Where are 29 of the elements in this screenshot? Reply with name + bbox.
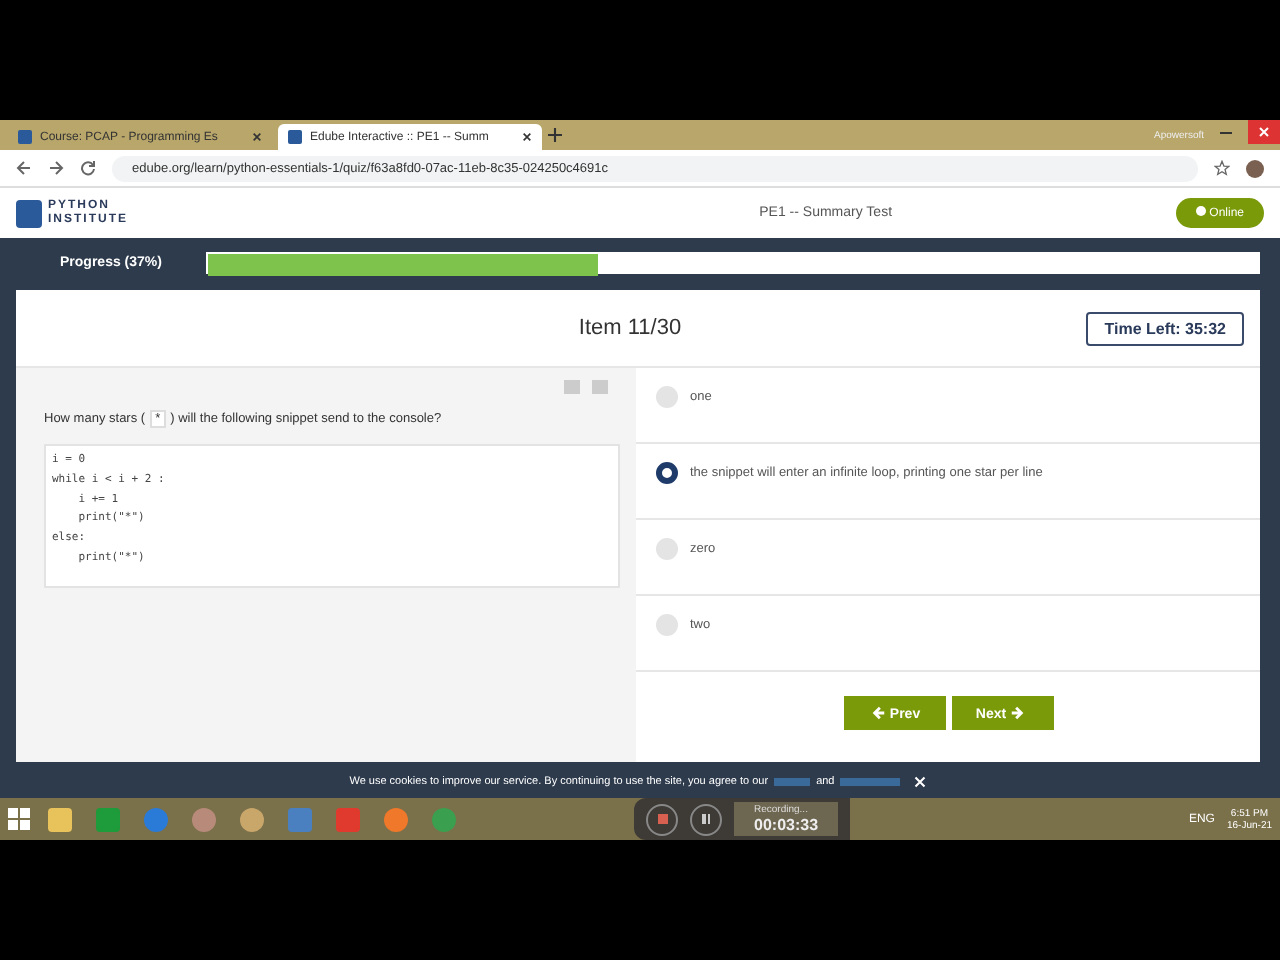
close-icon[interactable] xyxy=(252,132,262,142)
item-counter: Item 11/30 xyxy=(578,316,682,340)
avatar-icon[interactable] xyxy=(1246,159,1264,177)
pause-icon[interactable] xyxy=(690,803,722,835)
arrow-right-icon xyxy=(1010,705,1025,719)
paint-icon[interactable] xyxy=(240,807,264,831)
radio-button[interactable] xyxy=(656,614,678,636)
browser-icon[interactable] xyxy=(432,807,456,831)
star-icon[interactable] xyxy=(1214,160,1230,176)
radio-button[interactable] xyxy=(656,538,678,560)
logo-icon xyxy=(16,199,42,227)
start-icon[interactable] xyxy=(8,808,30,830)
stop-icon[interactable] xyxy=(646,803,678,835)
reload-icon[interactable] xyxy=(80,160,96,176)
arrow-left-icon xyxy=(871,705,886,719)
recording-time: 00:03:33 xyxy=(754,816,819,834)
timer: Time Left: 35:32 xyxy=(1086,311,1244,345)
privacy-link[interactable] xyxy=(774,778,811,786)
app-icon[interactable] xyxy=(192,807,216,831)
page-icon xyxy=(288,130,302,144)
folder-icon[interactable] xyxy=(48,807,72,831)
radio-button[interactable] xyxy=(656,462,678,484)
back-icon[interactable] xyxy=(16,160,32,176)
radio-button[interactable] xyxy=(656,386,678,408)
page-icon xyxy=(18,130,32,144)
close-icon[interactable] xyxy=(522,132,532,142)
forward-icon[interactable] xyxy=(48,160,64,176)
new-tab-icon[interactable] xyxy=(548,128,562,142)
browser-icon[interactable] xyxy=(384,807,408,831)
